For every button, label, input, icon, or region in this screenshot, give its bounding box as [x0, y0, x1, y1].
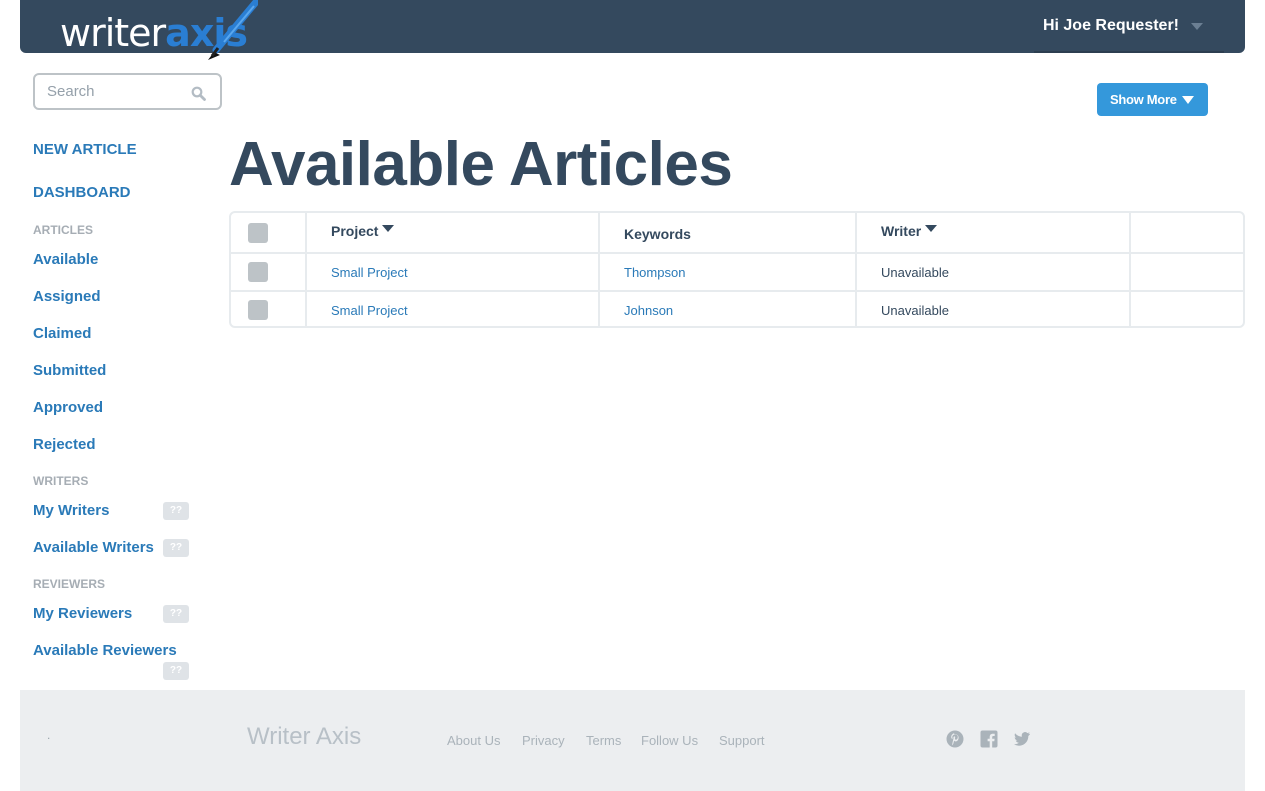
top-navbar: writeraxis Hi Joe Requester!	[20, 0, 1245, 60]
user-greeting[interactable]: Hi Joe Requester!	[1043, 17, 1179, 35]
count-badge: ??	[163, 502, 189, 520]
column-header-project[interactable]: Project	[331, 223, 395, 239]
sidebar-item-rejected[interactable]: Rejected	[33, 436, 96, 453]
search-icon[interactable]	[191, 86, 206, 101]
articles-table: Project Keywords Writer Small Project Th…	[229, 211, 1245, 328]
footer-link-about[interactable]: About Us	[447, 733, 500, 748]
pinterest-icon[interactable]	[946, 730, 964, 748]
footer-link-support[interactable]: Support	[719, 733, 765, 748]
footer: . Writer Axis About Us Privacy Terms Fol…	[20, 690, 1245, 791]
writer-axis-logo[interactable]: writeraxis	[58, 0, 258, 60]
sidebar-item-available-writers[interactable]: Available Writers	[33, 539, 154, 556]
count-badge: ??	[163, 605, 189, 623]
table-header-row: Project Keywords Writer	[231, 213, 1243, 252]
dashboard-link[interactable]: DASHBOARD	[33, 184, 131, 201]
count-badge: ??	[163, 662, 189, 680]
twitter-icon[interactable]	[1013, 730, 1031, 748]
keywords-link[interactable]: Johnson	[624, 303, 673, 318]
sidebar-item-assigned[interactable]: Assigned	[33, 288, 101, 305]
project-link[interactable]: Small Project	[331, 303, 408, 318]
chevron-down-icon	[1182, 96, 1194, 104]
sidebar-item-available[interactable]: Available	[33, 251, 98, 268]
select-all-checkbox[interactable]	[248, 223, 268, 243]
count-badge: ??	[163, 539, 189, 557]
row-checkbox[interactable]	[248, 300, 268, 320]
user-menu-caret-icon[interactable]	[1191, 23, 1203, 30]
column-header-writer[interactable]: Writer	[881, 223, 938, 239]
show-more-button[interactable]: Show More	[1097, 83, 1208, 116]
table-row: Small Project Johnson Unavailable	[231, 290, 1243, 330]
sidebar-item-approved[interactable]: Approved	[33, 399, 103, 416]
footer-dot: .	[47, 728, 51, 742]
sidebar-item-claimed[interactable]: Claimed	[33, 325, 91, 342]
sidebar-item-submitted[interactable]: Submitted	[33, 362, 106, 379]
footer-link-follow[interactable]: Follow Us	[641, 733, 698, 748]
project-link[interactable]: Small Project	[331, 265, 408, 280]
facebook-icon[interactable]	[980, 730, 998, 748]
show-more-label: Show More	[1110, 92, 1177, 107]
sort-caret-icon[interactable]	[925, 225, 938, 232]
sidebar-item-available-reviewers[interactable]: Available Reviewers	[33, 642, 177, 659]
writers-heading: WRITERS	[33, 474, 89, 488]
keywords-link[interactable]: Thompson	[624, 265, 685, 280]
sidebar-item-my-reviewers[interactable]: My Reviewers	[33, 605, 132, 622]
search-box	[33, 73, 222, 110]
footer-link-terms[interactable]: Terms	[586, 733, 621, 748]
reviewers-heading: REVIEWERS	[33, 577, 106, 591]
footer-link-privacy[interactable]: Privacy	[522, 733, 565, 748]
articles-heading: ARTICLES	[33, 223, 93, 237]
writer-status: Unavailable	[881, 265, 949, 280]
search-input[interactable]	[47, 83, 187, 100]
sidebar-item-my-writers[interactable]: My Writers	[33, 502, 109, 519]
table-row: Small Project Thompson Unavailable	[231, 252, 1243, 292]
pen-icon	[208, 0, 258, 60]
footer-brand: Writer Axis	[247, 723, 362, 750]
writer-status: Unavailable	[881, 303, 949, 318]
sort-caret-icon[interactable]	[382, 225, 395, 232]
new-article-link[interactable]: NEW ARTICLE	[33, 141, 137, 158]
row-checkbox[interactable]	[248, 262, 268, 282]
user-menu-underline	[1034, 51, 1224, 53]
page-title: Available Articles	[229, 130, 733, 199]
column-header-keywords: Keywords	[624, 226, 691, 242]
